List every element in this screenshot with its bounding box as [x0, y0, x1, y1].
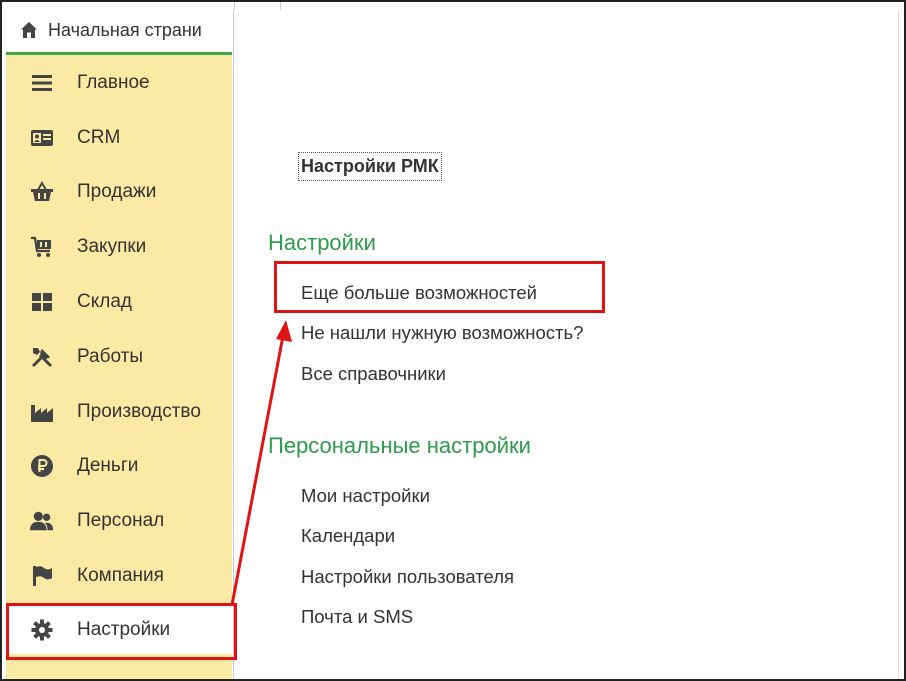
app-window: Начальная страни Главное CRM Продажи Зак… — [0, 0, 906, 681]
annotation-arrow — [230, 320, 292, 606]
